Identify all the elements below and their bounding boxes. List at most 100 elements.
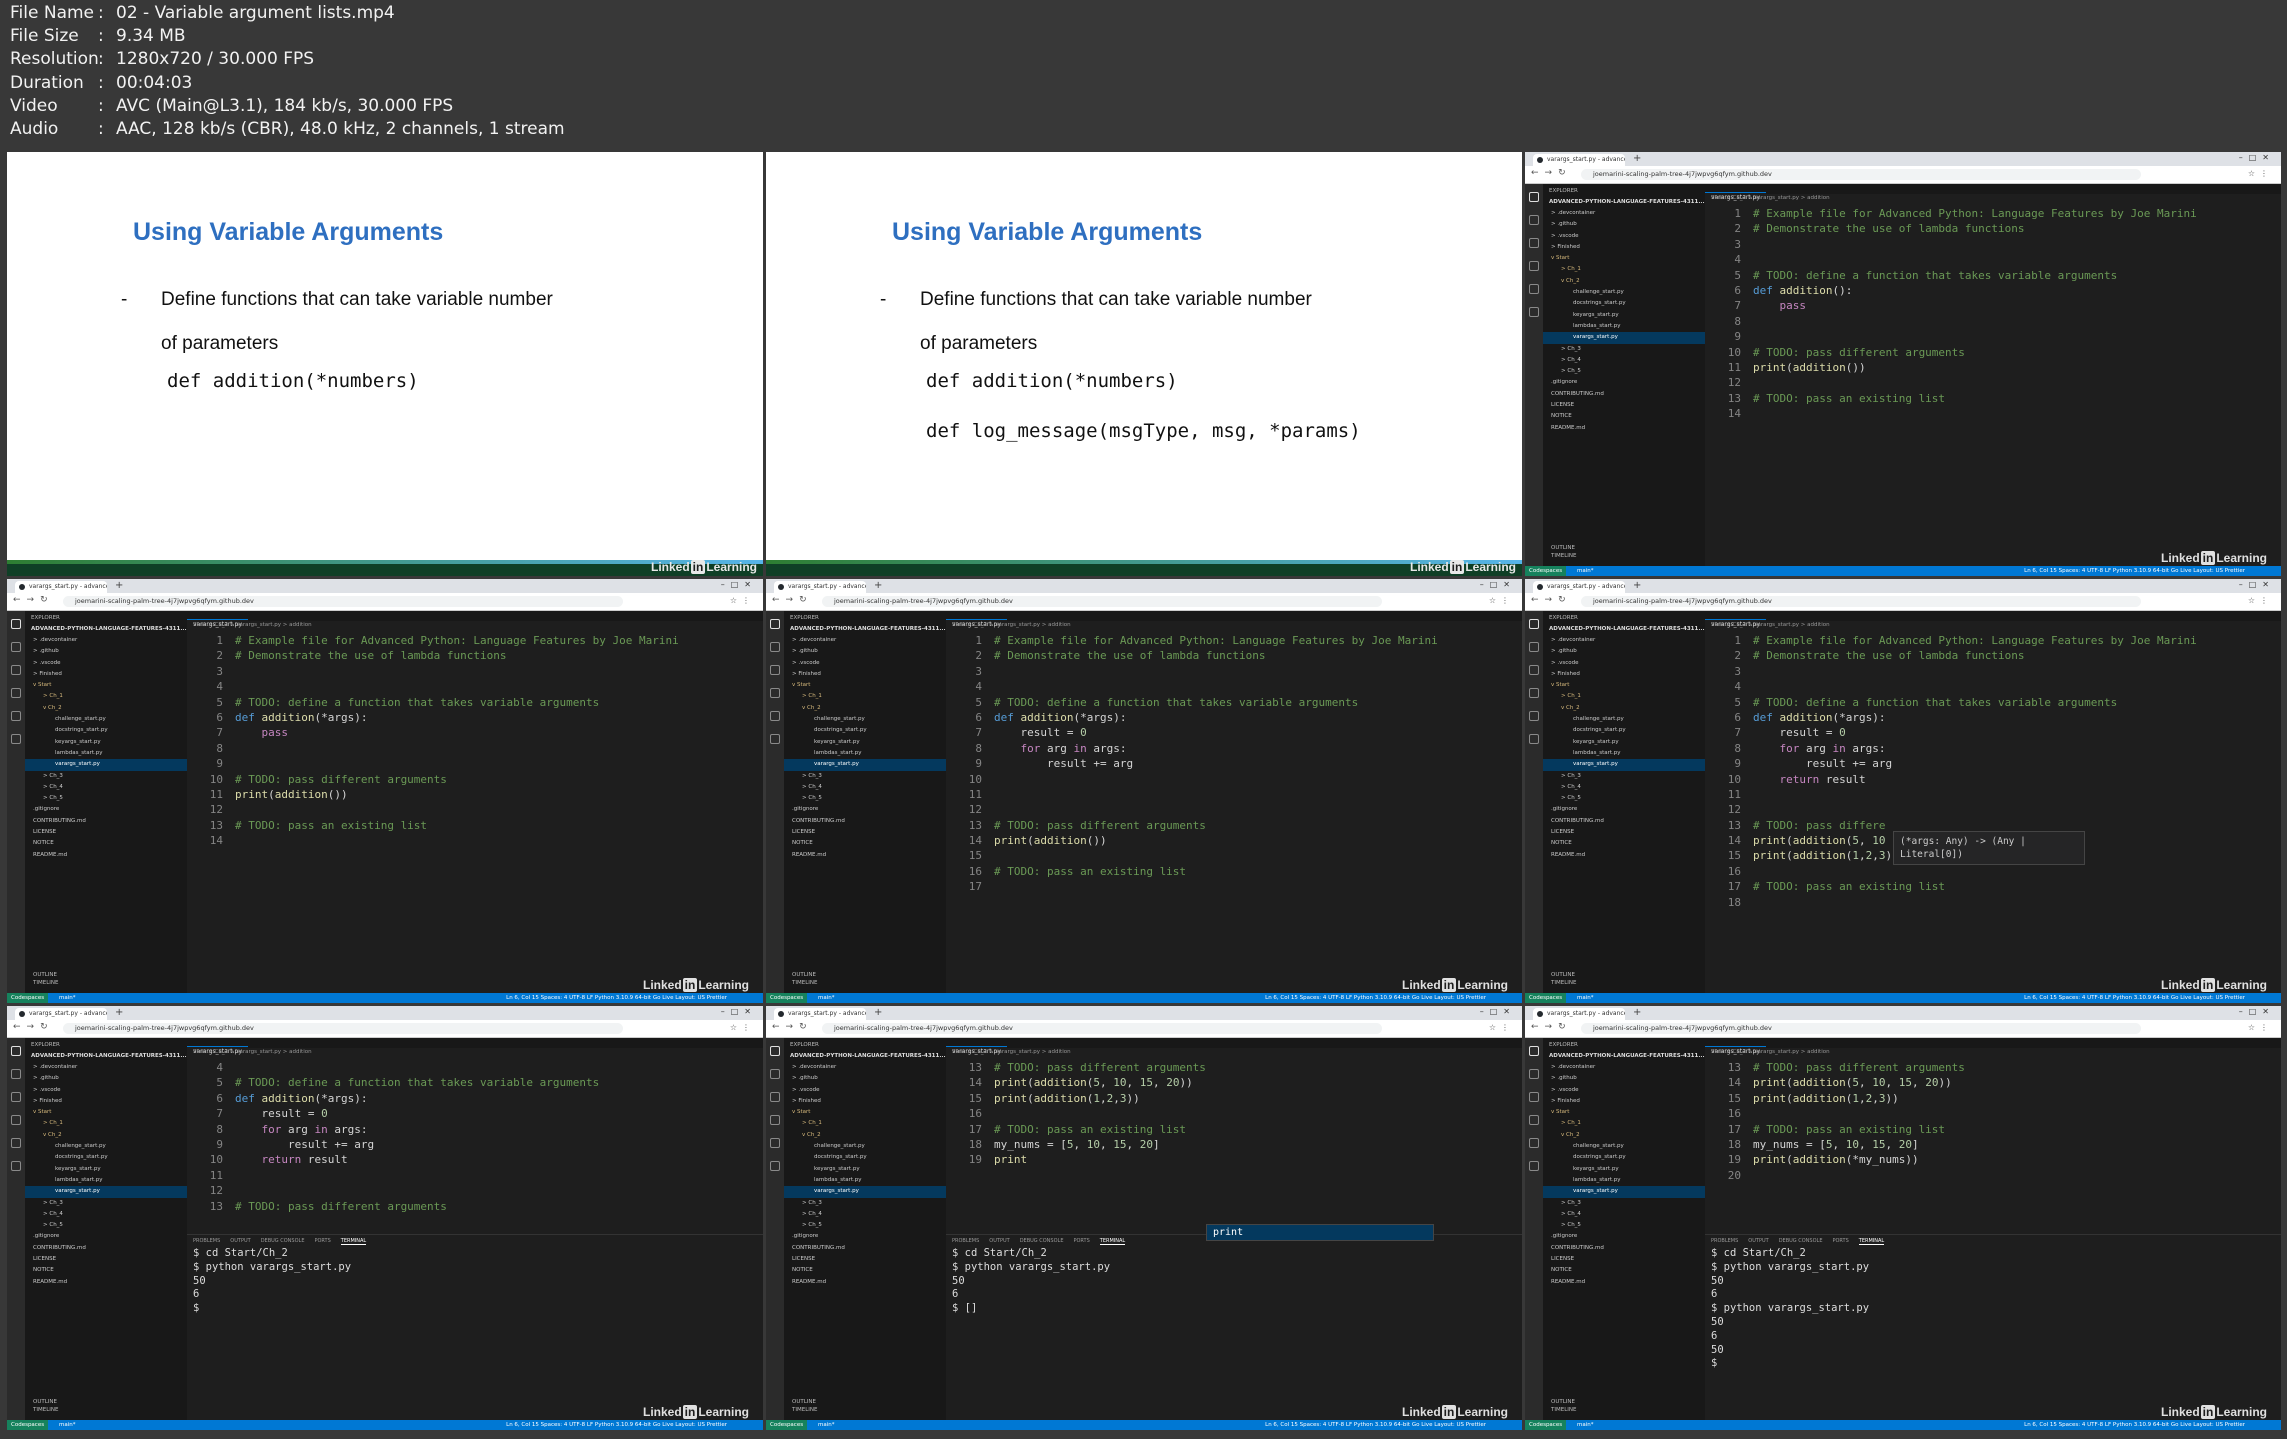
explorer-item[interactable]: varargs_start.py [1543,332,1705,344]
code-line[interactable]: 5 # TODO: define a function that takes va… [1705,695,2281,710]
browser-toolbar-icons[interactable]: ☆⋮ [2248,596,2273,605]
explorer-item[interactable]: > Finished [25,1096,187,1107]
explorer-item[interactable]: > Ch_1 [25,691,187,702]
panel-tab[interactable]: PORTS [314,1238,330,1244]
remote-indicator[interactable]: Codespaces [1525,1420,1567,1430]
outline-section[interactable]: OUTLINE [25,1398,187,1406]
code-line[interactable]: 2 # Demonstrate the use of lambda functio… [187,648,763,663]
code-line[interactable]: 2 # Demonstrate the use of lambda functio… [1705,221,2281,236]
code-line[interactable]: 7 result = 0 [1705,725,2281,740]
explorer-item[interactable]: NOTICE [1543,838,1705,849]
explorer-item[interactable]: > Finished [1543,242,1705,253]
explorer-item[interactable]: CONTRIBUTING.md [25,1243,187,1254]
explorer-item[interactable]: LICENSE [1543,827,1705,838]
code-line[interactable]: 16 # TODO: pass an existing list [946,864,1522,879]
explorer-item[interactable]: lambdas_start.py [25,748,187,759]
explorer-item[interactable]: .gitignore [1543,804,1705,815]
explorer-item[interactable]: > Finished [1543,1096,1705,1107]
explorer-item[interactable]: v Ch_2 [1543,276,1705,287]
explorer-item[interactable]: > Ch_3 [25,1198,187,1209]
panel-tab[interactable]: PORTS [1073,1238,1089,1244]
explorer-item[interactable]: NOTICE [784,1265,946,1276]
url-field[interactable]: joemarini-scaling-palm-tree-4j7jwpvg6qfy… [822,596,1382,607]
explorer-item[interactable]: LICENSE [1543,1254,1705,1265]
run-debug-icon[interactable] [1529,1115,1539,1125]
explorer-item[interactable]: docstrings_start.py [784,1152,946,1163]
remote-indicator[interactable]: Codespaces [7,1420,49,1430]
explorer-item[interactable]: > Ch_1 [784,1118,946,1129]
code-line[interactable]: 14 [1705,406,2281,421]
code-line[interactable]: 12 [1705,802,2281,817]
code-line[interactable]: 12 [187,1183,763,1198]
code-line[interactable]: 9 [1705,329,2281,344]
explorer-item[interactable]: lambdas_start.py [25,1175,187,1186]
breadcrumb[interactable]: Start > Ch_2 > varargs_start.py > additi… [952,622,1071,628]
explorer-item[interactable]: README.md [1543,850,1705,861]
window-controls[interactable]: –□✕ [721,1007,757,1016]
window-controls[interactable]: –□✕ [2239,580,2275,589]
explorer-item[interactable]: lambdas_start.py [784,748,946,759]
code-area[interactable]: 1 # Example file for Advanced Python: Lan… [187,633,763,848]
code-line[interactable]: 19 print(addition(*my_nums)) [1705,1152,2281,1167]
explorer-item[interactable]: NOTICE [784,838,946,849]
explorer-item[interactable]: v Ch_2 [25,703,187,714]
explorer-item[interactable]: v Start [1543,1107,1705,1118]
panel-tab[interactable]: TERMINAL [1858,1238,1885,1245]
editor[interactable]: varargs_start.py Start > Ch_2 > varargs_s… [1705,184,2281,566]
explorer-item[interactable]: .gitignore [784,1231,946,1242]
explorer-item[interactable]: .gitignore [1543,1231,1705,1242]
explorer-item[interactable]: v Ch_2 [784,1130,946,1141]
explorer-item[interactable]: > Ch_1 [1543,691,1705,702]
search-icon[interactable] [1529,1069,1539,1079]
source-control-icon[interactable] [1529,665,1539,675]
panel-tab[interactable]: TERMINAL [1099,1238,1126,1245]
explorer-item[interactable]: > Ch_3 [1543,1198,1705,1209]
explorer-item[interactable]: .gitignore [25,1231,187,1242]
timeline-section[interactable]: TIMELINE [1543,552,1705,560]
run-debug-icon[interactable] [11,1115,21,1125]
code-line[interactable]: 13 # TODO: pass different arguments [946,1060,1522,1075]
remote-indicator[interactable]: Codespaces [1525,566,1567,576]
explorer-item[interactable]: > Ch_5 [1543,793,1705,804]
code-line[interactable]: 8 for arg in args: [946,741,1522,756]
browser-toolbar-icons[interactable]: ☆⋮ [2248,169,2273,178]
nav-icons[interactable]: ←→↻ [13,595,54,605]
explorer-item[interactable]: keyargs_start.py [784,737,946,748]
source-control-icon[interactable] [770,665,780,675]
outline-section[interactable]: OUTLINE [1543,544,1705,552]
explorer-item[interactable]: > Ch_1 [25,1118,187,1129]
code-line[interactable]: 9 result += arg [1705,756,2281,771]
search-icon[interactable] [1529,215,1539,225]
search-icon[interactable] [770,1069,780,1079]
code-line[interactable]: 17 # TODO: pass an existing list [1705,1122,2281,1137]
code-line[interactable]: 7 pass [1705,298,2281,313]
nav-icons[interactable]: ←→↻ [1531,595,1572,605]
code-line[interactable]: 1 # Example file for Advanced Python: Lan… [946,633,1522,648]
url-field[interactable]: joemarini-scaling-palm-tree-4j7jwpvg6qfy… [63,1023,623,1034]
explorer-item[interactable]: > Ch_5 [1543,1220,1705,1231]
branch-indicator[interactable]: main* [59,993,76,1003]
code-line[interactable]: 13 # TODO: pass an existing list [187,818,763,833]
run-debug-icon[interactable] [1529,688,1539,698]
explorer-item[interactable]: CONTRIBUTING.md [1543,816,1705,827]
explorer-item[interactable]: > Finished [784,1096,946,1107]
run-debug-icon[interactable] [1529,261,1539,271]
breadcrumb[interactable]: Start > Ch_2 > varargs_start.py > additi… [1711,195,1830,201]
code-area[interactable]: 1 # Example file for Advanced Python: Lan… [1705,633,2281,910]
explorer-item[interactable]: challenge_start.py [1543,714,1705,725]
code-line[interactable]: 10 # TODO: pass different arguments [187,772,763,787]
code-line[interactable]: 5 # TODO: define a function that takes va… [946,695,1522,710]
branch-indicator[interactable]: main* [818,1420,835,1430]
code-area[interactable]: 13 # TODO: pass different arguments 14 prin… [1705,1060,2281,1183]
code-line[interactable]: 9 result += arg [187,1137,763,1152]
explorer-item[interactable]: > Ch_1 [784,691,946,702]
explorer-item[interactable]: README.md [784,1277,946,1288]
extensions-icon[interactable] [1529,711,1539,721]
explorer-item[interactable]: > Finished [1543,669,1705,680]
timeline-section[interactable]: TIMELINE [25,1406,187,1414]
terminal[interactable]: $ cd Start/Ch_2 $ python varargs_start.py… [946,1247,1522,1316]
explorer-icon[interactable] [11,1046,21,1056]
code-line[interactable]: 8 for arg in args: [187,1122,763,1137]
explorer-item[interactable]: lambdas_start.py [784,1175,946,1186]
panel-tab[interactable]: DEBUG CONSOLE [1020,1238,1064,1244]
